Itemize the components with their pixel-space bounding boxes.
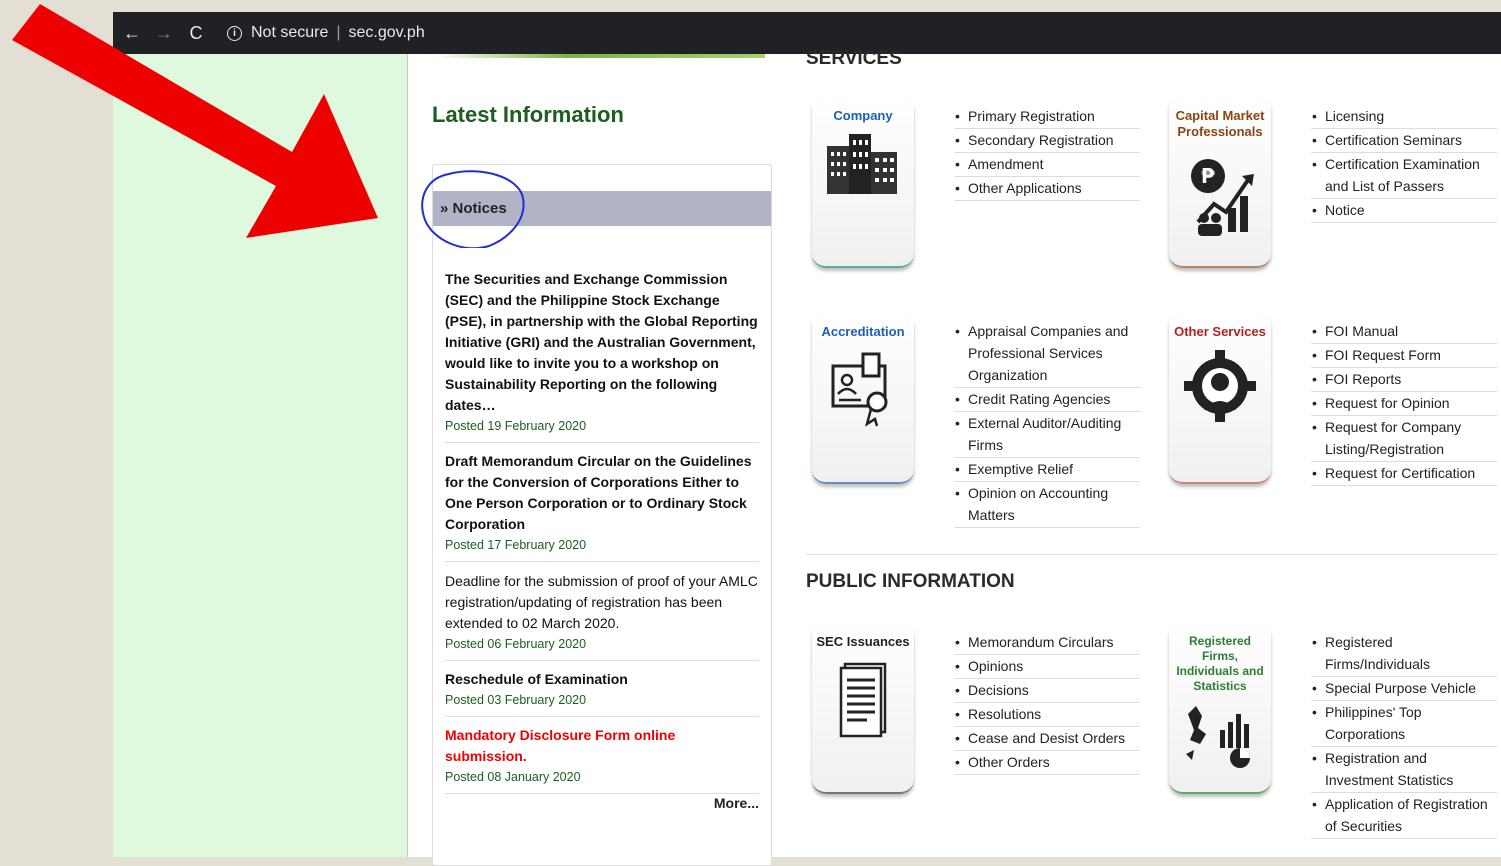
sec-issuances-card[interactable]: SEC Issuances xyxy=(812,622,914,794)
other-services-card-label: Other Services xyxy=(1174,324,1266,339)
link-licensing[interactable]: Licensing xyxy=(1311,105,1497,129)
other-services-card[interactable]: Other Services xyxy=(1169,312,1271,484)
accreditation-links: Appraisal Companies and Professional Ser… xyxy=(954,320,1140,528)
link-credit-rating-agencies[interactable]: Credit Rating Agencies xyxy=(954,388,1140,412)
peso-growth-icon: ₱ xyxy=(1191,159,1254,236)
notices-panel: » Notices The Securities and Exchange Co… xyxy=(432,164,772,866)
accreditation-card-label: Accreditation xyxy=(821,324,905,339)
svg-text:₱: ₱ xyxy=(1201,164,1215,188)
link-registered-firms[interactable]: Registered Firms/Individuals xyxy=(1311,631,1497,677)
notice-date: Posted 03 February 2020 xyxy=(445,693,587,707)
link-opinions[interactable]: Opinions xyxy=(954,655,1140,679)
link-resolutions[interactable]: Resolutions xyxy=(954,703,1140,727)
notice-item[interactable]: Mandatory Disclosure Form online submiss… xyxy=(445,725,759,794)
link-exemptive-relief[interactable]: Exemptive Relief xyxy=(954,458,1140,482)
certificate-icon xyxy=(831,352,888,427)
gear-person-icon xyxy=(1184,350,1256,422)
link-application-registration-securities[interactable]: Application of Registration of Securitie… xyxy=(1311,793,1497,839)
notice-item[interactable]: The Securities and Exchange Commission (… xyxy=(445,269,759,443)
notice-item[interactable]: Deadline for the submission of proof of … xyxy=(445,571,759,661)
notice-date: Posted 08 January 2020 xyxy=(445,770,581,784)
link-certification-examination[interactable]: Certification Examination and List of Pa… xyxy=(1311,153,1497,199)
registered-firms-card-label: Registered Firms, Individuals and Statis… xyxy=(1176,634,1264,693)
company-card-label: Company xyxy=(833,108,893,123)
notice-title[interactable]: Reschedule of Examination xyxy=(445,669,759,690)
info-icon[interactable]: i xyxy=(227,25,242,41)
notice-item[interactable]: Reschedule of Examination Posted 03 Febr… xyxy=(445,669,759,717)
capital-market-card-label: Capital Market Professionals xyxy=(1175,108,1265,139)
section-divider xyxy=(806,554,1498,555)
blue-circle-annotation xyxy=(421,170,525,248)
company-card[interactable]: Company xyxy=(812,96,914,268)
capital-market-links: Licensing Certification Seminars Certifi… xyxy=(1311,105,1497,223)
left-background-panel xyxy=(113,54,407,857)
capital-market-card[interactable]: Capital Market Professionals ₱ xyxy=(1169,96,1271,268)
link-foi-request-form[interactable]: FOI Request Form xyxy=(1311,344,1497,368)
other-services-links: FOI Manual FOI Request Form FOI Reports … xyxy=(1311,320,1497,486)
philippines-statistics-icon xyxy=(1186,706,1250,768)
banner-image-edge xyxy=(435,54,765,58)
link-certification-seminars[interactable]: Certification Seminars xyxy=(1311,129,1497,153)
latest-information-heading: Latest Information xyxy=(432,102,624,127)
address-bar-url[interactable]: sec.gov.ph xyxy=(349,24,425,42)
link-secondary-registration[interactable]: Secondary Registration xyxy=(954,129,1140,153)
notice-title[interactable]: The Securities and Exchange Commission (… xyxy=(445,269,759,416)
sec-issuances-links: Memorandum Circulars Opinions Decisions … xyxy=(954,631,1140,775)
notice-date: Posted 17 February 2020 xyxy=(445,538,587,552)
notice-item[interactable]: Draft Memorandum Circular on the Guideli… xyxy=(445,451,759,562)
link-appraisal-companies[interactable]: Appraisal Companies and Professional Ser… xyxy=(954,320,1140,388)
link-top-corporations[interactable]: Philippines' Top Corporations xyxy=(1311,701,1497,747)
page-content: SERVICES Latest Information » Notices Th… xyxy=(408,48,1501,866)
link-cease-desist-orders[interactable]: Cease and Desist Orders xyxy=(954,727,1140,751)
link-registration-statistics[interactable]: Registration and Investment Statistics xyxy=(1311,747,1497,793)
address-separator: | xyxy=(336,24,341,41)
link-other-orders[interactable]: Other Orders xyxy=(954,751,1140,775)
notice-title[interactable]: Mandatory Disclosure Form online submiss… xyxy=(445,725,759,767)
buildings-icon xyxy=(827,134,897,194)
link-foi-reports[interactable]: FOI Reports xyxy=(1311,368,1497,392)
sec-issuances-card-label: SEC Issuances xyxy=(816,634,910,649)
notice-date: Posted 06 February 2020 xyxy=(445,637,587,651)
link-amendment[interactable]: Amendment xyxy=(954,153,1140,177)
link-decisions[interactable]: Decisions xyxy=(954,679,1140,703)
back-icon[interactable]: ← xyxy=(119,23,145,44)
link-memorandum-circulars[interactable]: Memorandum Circulars xyxy=(954,631,1140,655)
accreditation-card[interactable]: Accreditation xyxy=(812,312,914,484)
notice-title[interactable]: Deadline for the submission of proof of … xyxy=(445,571,759,634)
company-links: Primary Registration Secondary Registrat… xyxy=(954,105,1140,201)
notice-date: Posted 19 February 2020 xyxy=(445,419,587,433)
link-other-applications[interactable]: Other Applications xyxy=(954,177,1140,201)
public-information-heading: PUBLIC INFORMATION xyxy=(806,571,1015,592)
link-notice[interactable]: Notice xyxy=(1311,199,1497,223)
forward-icon[interactable]: → xyxy=(151,23,177,44)
link-request-company-listing[interactable]: Request for Company Listing/Registration xyxy=(1311,416,1497,462)
document-stack-icon xyxy=(839,662,887,738)
more-link[interactable]: More... xyxy=(714,795,759,811)
reload-icon[interactable]: C xyxy=(183,23,209,44)
link-request-certification[interactable]: Request for Certification xyxy=(1311,462,1497,486)
link-primary-registration[interactable]: Primary Registration xyxy=(954,105,1140,129)
link-special-purpose-vehicle[interactable]: Special Purpose Vehicle xyxy=(1311,677,1497,701)
registered-firms-links: Registered Firms/Individuals Special Pur… xyxy=(1311,631,1497,839)
services-heading: SERVICES xyxy=(806,48,902,69)
registered-firms-card[interactable]: Registered Firms, Individuals and Statis… xyxy=(1169,622,1271,794)
link-opinion-accounting[interactable]: Opinion on Accounting Matters xyxy=(954,482,1140,528)
notice-title[interactable]: Draft Memorandum Circular on the Guideli… xyxy=(445,451,759,535)
link-external-auditor[interactable]: External Auditor/Auditing Firms xyxy=(954,412,1140,458)
security-status[interactable]: Not secure xyxy=(251,24,328,42)
link-request-opinion[interactable]: Request for Opinion xyxy=(1311,392,1497,416)
link-foi-manual[interactable]: FOI Manual xyxy=(1311,320,1497,344)
